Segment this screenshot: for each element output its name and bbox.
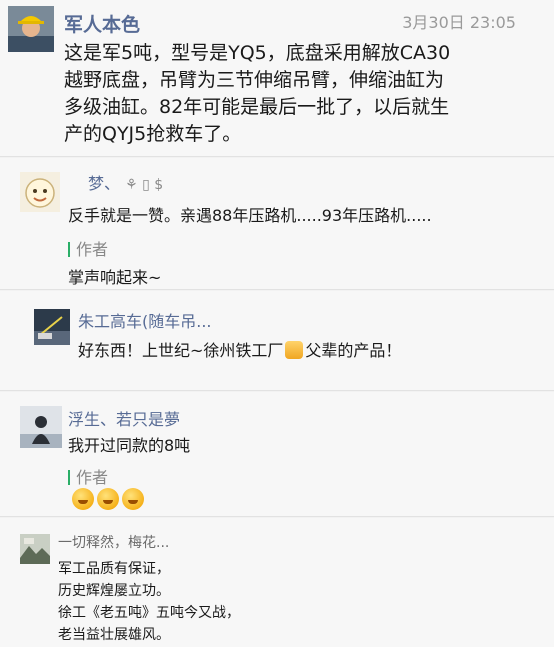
- commenter-name[interactable]: 浮生、若只是夢: [68, 406, 180, 430]
- comment-text: 这是军5吨，型号是YQ5，底盘采用解放CA30 越野底盘，吊臂为三节伸缩吊臂，伸…: [64, 42, 451, 145]
- comment-text: 反手就是一赞。亲遇88年压路机.....93年压路机.....: [68, 206, 432, 225]
- reply-marker-bar: [68, 242, 70, 257]
- commenter-name[interactable]: 梦、 ⚘ ▯ $: [88, 170, 163, 194]
- avatar-landscape-icon[interactable]: [20, 534, 50, 564]
- comment-2: 梦、 ⚘ ▯ $ 反手就是一赞。亲遇88年压路机.....93年压路机.....…: [0, 158, 554, 290]
- comment-text: 我开过同款的8吨: [68, 436, 191, 455]
- author-reply-emoji: [72, 488, 147, 510]
- avatar-crane-icon[interactable]: [34, 309, 70, 345]
- comment-text: 好东西！上世纪~徐州铁工厂 父辈的产品！: [78, 341, 402, 360]
- comment-1: 军人本色 3月30日 23:05 这是军5吨，型号是YQ5，底盘采用解放CA30…: [0, 0, 554, 157]
- commenter-name[interactable]: 一切释然，梅花...: [58, 532, 169, 552]
- author-reply-label: 作者: [68, 464, 108, 488]
- reply-marker-bar: [68, 470, 70, 485]
- comment-timestamp: 3月30日 23:05: [402, 13, 516, 32]
- comment-5: 一切释然，梅花... 军工品质有保证， 历史辉煌屡立功。 徐工《老五吨》五吨今又…: [0, 518, 554, 647]
- avatar-cartoon-icon[interactable]: [20, 172, 60, 212]
- thumbs-up-emoji-icon: [285, 341, 304, 359]
- commenter-name[interactable]: 朱工高车(随车吊...: [78, 308, 212, 332]
- commenter-name[interactable]: 军人本色: [64, 10, 140, 37]
- laughing-emoji-icon: [97, 488, 119, 510]
- author-reply-text: 掌声响起来~: [68, 268, 162, 287]
- laughing-emoji-icon: [122, 488, 144, 510]
- name-decoration-icons: ⚘ ▯ $: [125, 177, 164, 193]
- comment-3: 朱工高车(随车吊... 好东西！上世纪~徐州铁工厂 父辈的产品！: [0, 291, 554, 391]
- comment-text: 军工品质有保证， 历史辉煌屡立功。 徐工《老五吨》五吨今又战， 老当益壮展雄风。: [58, 561, 240, 643]
- comment-4: 浮生、若只是夢 我开过同款的8吨 作者: [0, 392, 554, 517]
- avatar-soldier-icon[interactable]: [8, 6, 54, 52]
- laughing-emoji-icon: [72, 488, 94, 510]
- author-reply-label: 作者: [68, 236, 108, 260]
- avatar-person-icon[interactable]: [20, 406, 62, 448]
